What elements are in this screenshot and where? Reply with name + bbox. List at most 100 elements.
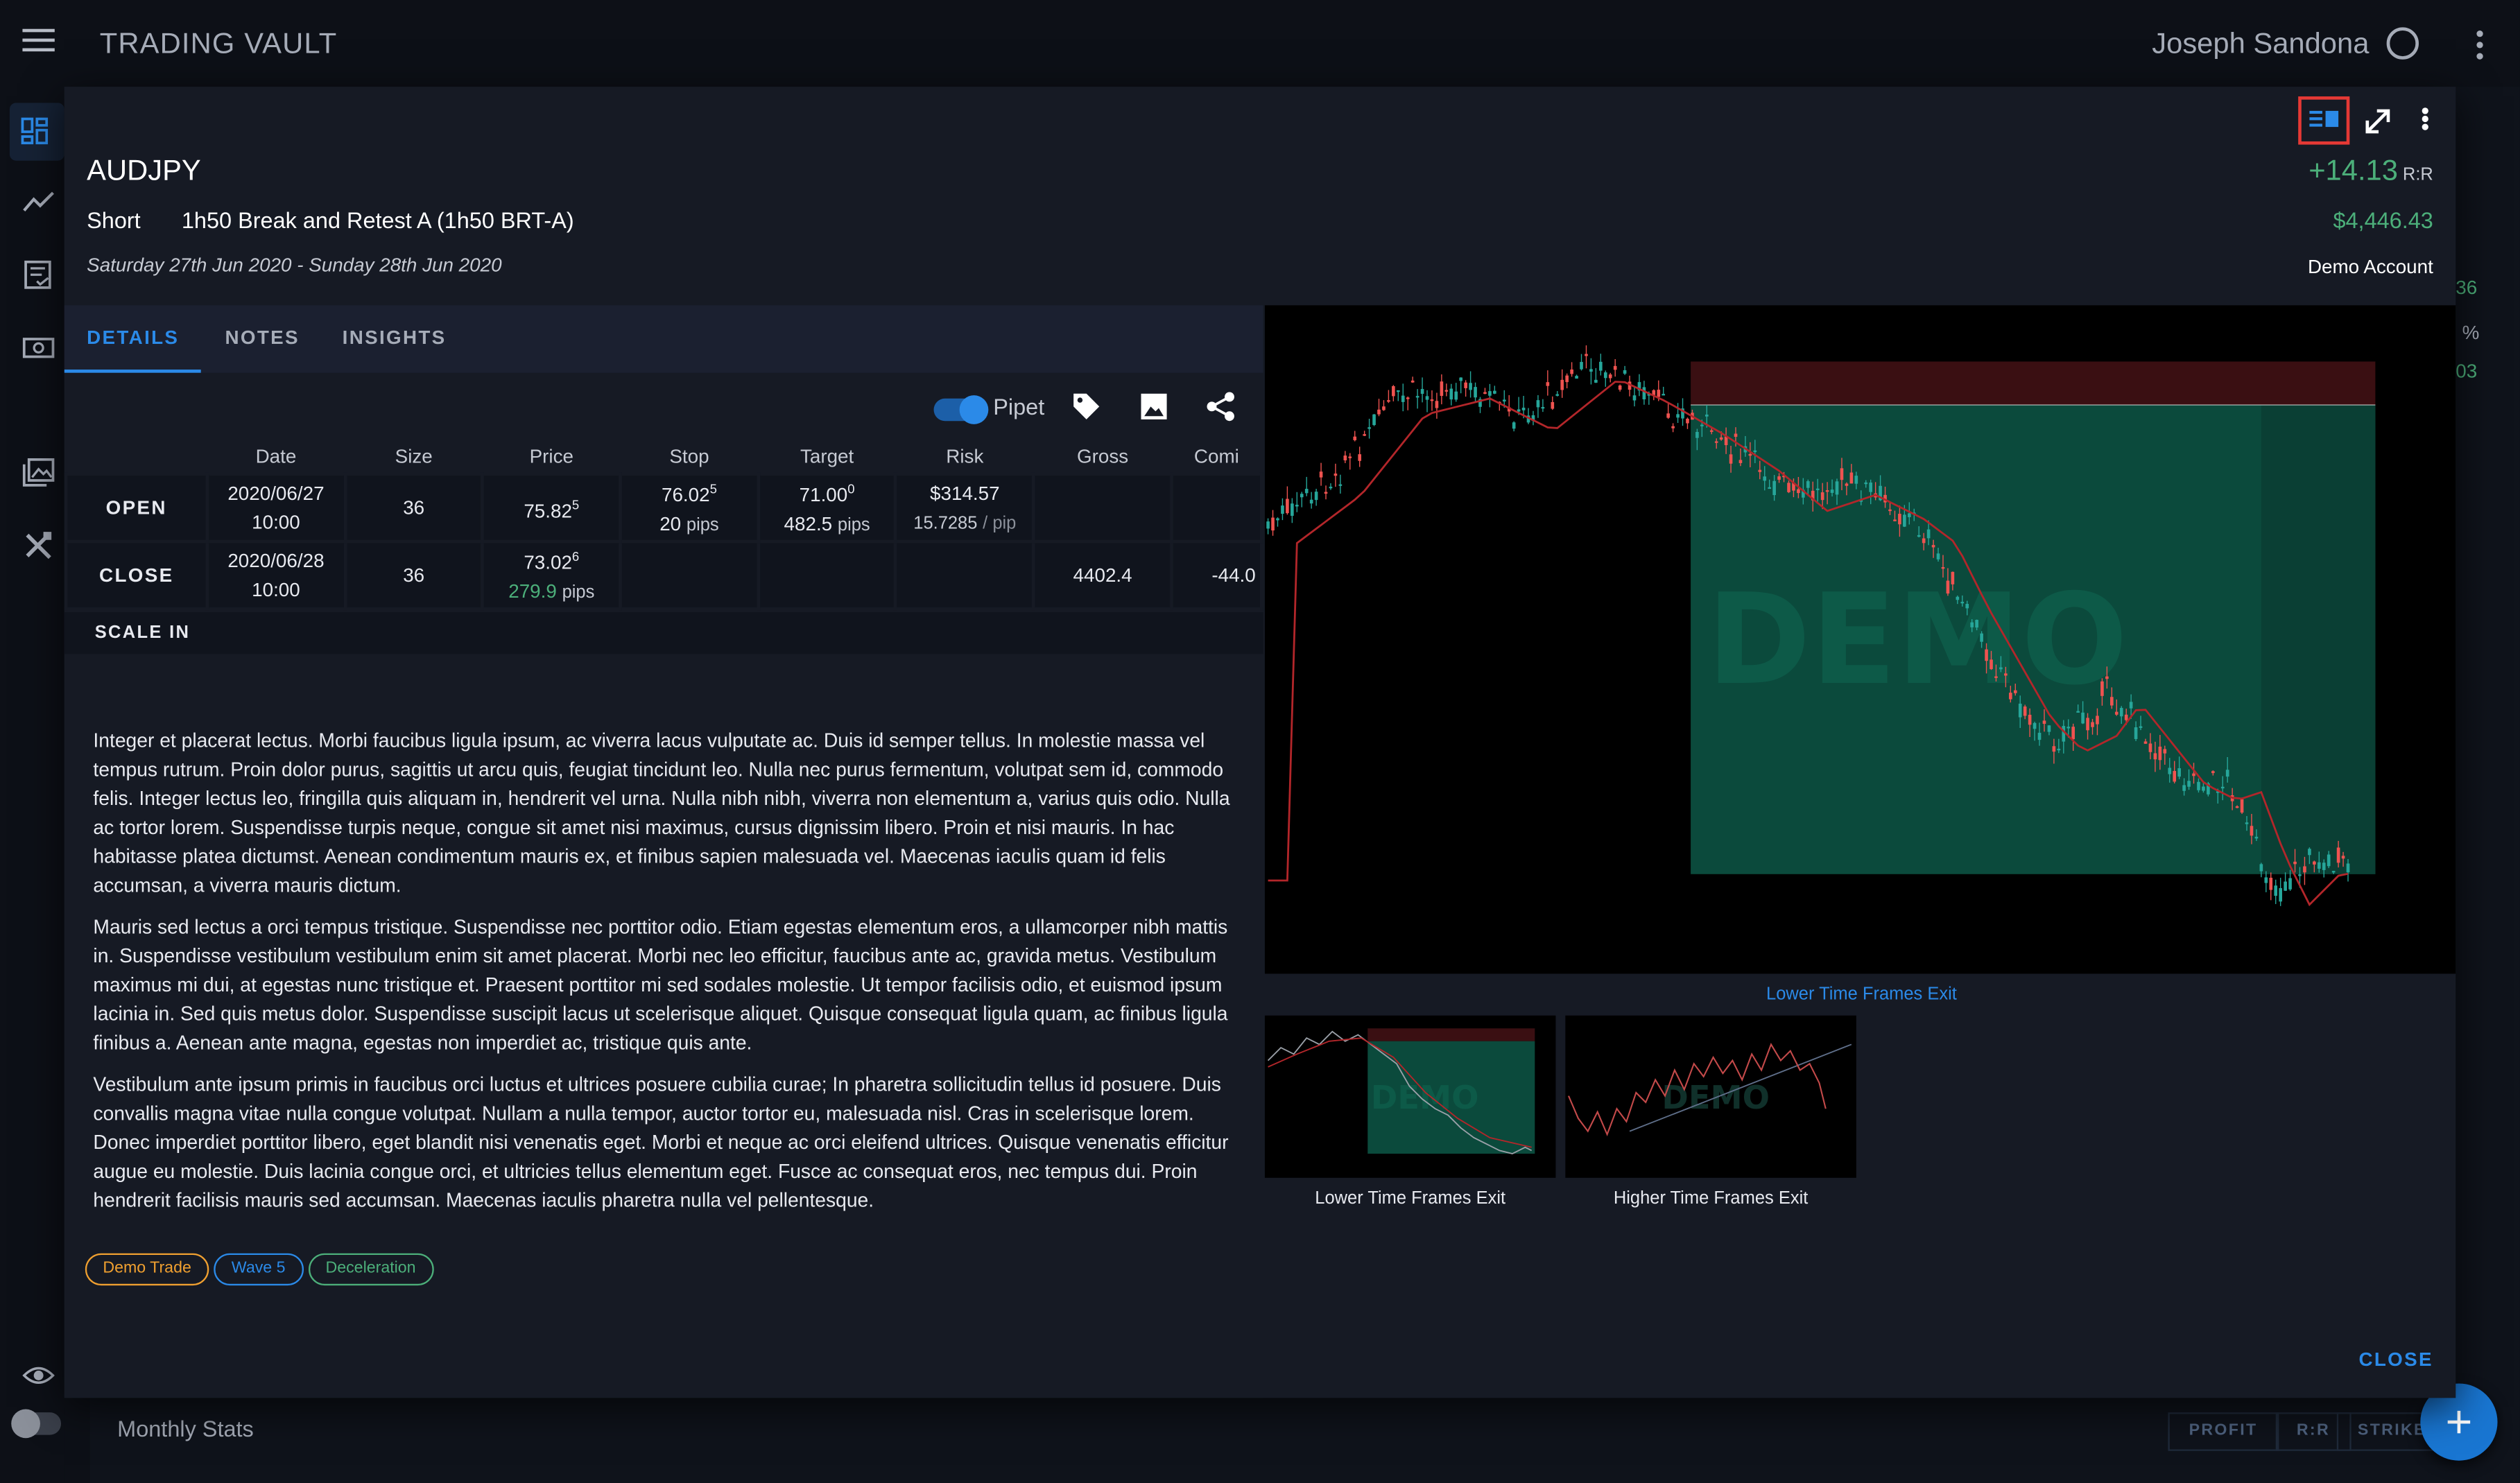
candle-body (1907, 513, 1911, 517)
dialog-more-button[interactable] (2401, 96, 2452, 145)
candle-body (1705, 414, 1709, 417)
candle-body (1888, 509, 1892, 512)
candle-body (2274, 885, 2278, 896)
thumbnail-lower-tf[interactable]: DEMO (1264, 1015, 1556, 1178)
candle-body (1363, 434, 1366, 436)
expand-button[interactable] (2353, 96, 2404, 145)
detail-tabs: DETAILS NOTES INSIGHTS (64, 305, 1263, 373)
user-name[interactable]: Joseph Sandona (2152, 27, 2369, 61)
chart-screenshot-image: DEMO (1266, 345, 2376, 907)
segment-profit[interactable]: PROFIT (2168, 1412, 2279, 1451)
tab-notes[interactable]: NOTES (202, 305, 322, 372)
candle-body (1415, 396, 1419, 398)
close-stop-cell (619, 539, 760, 611)
candle-body (2187, 781, 2191, 787)
candle-body (1565, 375, 1569, 383)
candle-body (1849, 472, 1854, 484)
candle-body (1580, 362, 1583, 370)
share-button[interactable] (1205, 390, 1237, 422)
candle-body (1623, 370, 1627, 374)
candle-body (1291, 503, 1294, 517)
candle-body (1657, 390, 1661, 397)
tab-details[interactable]: DETAILS (64, 305, 202, 373)
candle-body (1300, 494, 1304, 498)
candle-body (1353, 436, 1357, 440)
candle-body (2023, 706, 2027, 716)
sidebar-item-cash[interactable] (13, 318, 64, 376)
candle-body (1662, 394, 1666, 396)
sidebar-item-trends[interactable] (13, 173, 64, 231)
candle-body (1281, 505, 1284, 514)
candle-body (1603, 372, 1607, 379)
table-row-close[interactable]: CLOSE 2020/06/28 10:00 36 73.026 279.9 pip… (64, 539, 1263, 611)
candle-body (1903, 514, 1906, 527)
trade-account: Demo Account (2307, 255, 2433, 278)
candle-body (1517, 409, 1521, 412)
chart-thumbnail-image: DEMO (1568, 1043, 1852, 1137)
image-button[interactable] (1138, 390, 1170, 422)
tab-insights[interactable]: INSIGHTS (320, 305, 469, 372)
theme-toggle[interactable] (11, 1409, 62, 1439)
candle-body (2105, 676, 2109, 679)
sidebar-item-journal[interactable] (13, 246, 64, 304)
candle-body (1440, 381, 1444, 397)
table-row-open[interactable]: OPEN 2020/06/27 10:00 36 75.825 76.025 20 … (64, 472, 1263, 544)
candle-body (2110, 697, 2114, 706)
sidebar-item-gallery[interactable] (13, 444, 64, 501)
sidebar-item-dashboard[interactable] (9, 103, 64, 161)
candle-body (1266, 521, 1270, 529)
candle-body (2096, 716, 2099, 725)
tag-chip[interactable]: Deceleration (307, 1253, 434, 1286)
candle-body (1787, 483, 1790, 492)
menu-icon[interactable] (22, 28, 55, 55)
candle-body (2143, 741, 2148, 744)
candle-body (1367, 427, 1371, 429)
tag-button[interactable] (1071, 390, 1103, 422)
close-button[interactable]: CLOSE (2358, 1348, 2433, 1370)
more-vert-icon[interactable] (2476, 31, 2483, 64)
candle-body (1324, 492, 1328, 494)
candle-body (2284, 881, 2287, 891)
candle-body (1936, 553, 1940, 560)
candle-body (1917, 535, 1921, 537)
sidebar-item-tools[interactable] (13, 516, 64, 573)
candle-body (2158, 746, 2162, 761)
candle-body (1319, 471, 1323, 478)
tag-chip[interactable]: Demo Trade (85, 1253, 209, 1286)
scale-in-section[interactable]: SCALE IN (64, 612, 1263, 654)
candle-body (2173, 771, 2177, 782)
chart-thumbnail-image: DEMO (1267, 1028, 1535, 1155)
candle-body (1714, 441, 1718, 443)
candle-body (1483, 392, 1487, 394)
candle-body (1926, 529, 1931, 539)
candle-body (2245, 822, 2249, 824)
sidebar-item-visibility[interactable] (13, 1346, 64, 1404)
main-trade-screenshot[interactable]: DEMO (1264, 305, 2456, 974)
candle-body (1772, 480, 1776, 496)
candle-body (2119, 708, 2123, 717)
candle-body (2129, 702, 2133, 709)
candle-body (2303, 866, 2306, 873)
candle-body (2076, 711, 2080, 713)
candle-body (2327, 854, 2331, 867)
candle-body (1632, 395, 1637, 401)
candle-body (1975, 620, 1978, 628)
candle-body (1642, 387, 1646, 399)
candle-body (2250, 826, 2254, 836)
candle-body (2264, 877, 2268, 883)
column-header: Size (395, 444, 433, 468)
tag-chip[interactable]: Wave 5 (214, 1253, 304, 1286)
pipet-toggle[interactable] (933, 395, 989, 424)
candle-body (2139, 726, 2143, 728)
candle-body (1570, 369, 1573, 374)
candle-body (2220, 786, 2225, 789)
split-view-button[interactable] (2298, 96, 2350, 145)
candle-body (2225, 770, 2229, 777)
account-circle-icon[interactable] (2386, 27, 2419, 60)
candle-body (1536, 400, 1540, 408)
candle-body (1430, 399, 1434, 401)
candle-body (1922, 538, 1926, 544)
thumbnail-higher-tf[interactable]: DEMO (1565, 1015, 1856, 1178)
close-date-cell: 2020/06/28 10:00 (205, 539, 347, 611)
candle-body (1898, 514, 1901, 525)
